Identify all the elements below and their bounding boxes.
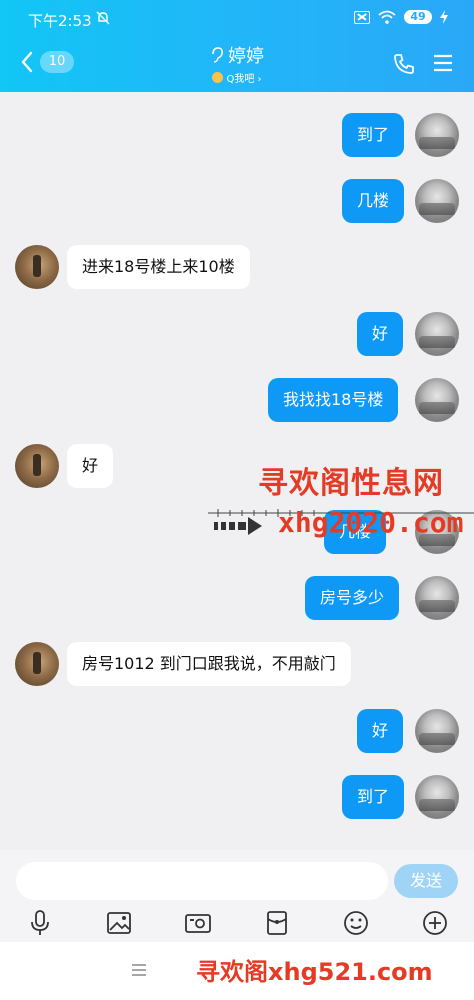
contact-avatar[interactable]	[15, 444, 59, 488]
microphone-icon[interactable]	[25, 908, 55, 938]
contact-name: 婷婷	[228, 46, 264, 67]
watermark-bottom: 寻欢阁xhg521.com	[196, 958, 433, 986]
message-bubble-outgoing[interactable]: 到了	[342, 775, 405, 819]
my-avatar[interactable]	[415, 709, 459, 753]
image-icon[interactable]	[104, 908, 134, 938]
send-button[interactable]: 发送	[394, 864, 458, 898]
contact-avatar[interactable]	[15, 245, 59, 289]
title-bar: 10 婷婷 Q我吧 ›	[0, 38, 474, 92]
bell-muted-icon	[96, 11, 110, 25]
status-bar: 下午2:53 49	[0, 0, 474, 36]
camera-icon[interactable]	[183, 908, 213, 938]
status-icons: 49	[354, 10, 448, 24]
message-bubble-outgoing[interactable]: 好	[357, 312, 404, 356]
no-sim-icon	[354, 10, 370, 24]
nav-menu-icon[interactable]	[130, 962, 148, 978]
wifi-icon	[378, 10, 396, 24]
status-emoji-icon	[212, 72, 224, 83]
message-bubble-outgoing[interactable]: 到了	[342, 113, 405, 157]
plus-icon[interactable]	[420, 908, 450, 938]
my-avatar[interactable]	[415, 576, 459, 620]
message-bubble-incoming[interactable]: 房号1012 到门口跟我说，不用敲门	[67, 642, 351, 686]
my-avatar[interactable]	[415, 179, 459, 223]
input-toolbar	[0, 906, 474, 940]
input-area: 发送	[0, 850, 474, 942]
watermark-url: xhg2020.com	[278, 506, 464, 539]
phone-icon[interactable]	[392, 52, 416, 76]
my-avatar[interactable]	[415, 312, 459, 356]
charging-icon	[440, 10, 448, 24]
my-avatar[interactable]	[415, 113, 459, 157]
menu-icon[interactable]	[432, 52, 454, 74]
emoji-icon[interactable]	[341, 908, 371, 938]
watermark-title: 寻欢阁性息网	[258, 466, 444, 501]
message-bubble-incoming[interactable]: 好	[67, 444, 114, 488]
my-avatar[interactable]	[415, 775, 459, 819]
red-packet-icon[interactable]	[262, 908, 292, 938]
my-avatar[interactable]	[415, 378, 459, 422]
watermark-arrow-icon	[214, 517, 262, 535]
message-input[interactable]	[16, 862, 388, 900]
ear-icon	[212, 46, 223, 63]
contact-subtitle: Q我吧 ›	[226, 74, 262, 85]
message-bubble-outgoing[interactable]: 我找找18号楼	[268, 378, 399, 422]
message-bubble-incoming[interactable]: 进来18号楼上来10楼	[67, 245, 250, 289]
contact-avatar[interactable]	[15, 642, 59, 686]
message-bubble-outgoing[interactable]: 好	[357, 709, 404, 753]
battery-level: 49	[404, 10, 432, 24]
message-bubble-outgoing[interactable]: 几楼	[342, 179, 405, 223]
chat-header: 下午2:53 49 10 婷婷 Q我吧 ›	[0, 0, 474, 92]
status-time: 下午2:53	[28, 12, 92, 30]
message-bubble-outgoing[interactable]: 房号多少	[305, 576, 400, 620]
